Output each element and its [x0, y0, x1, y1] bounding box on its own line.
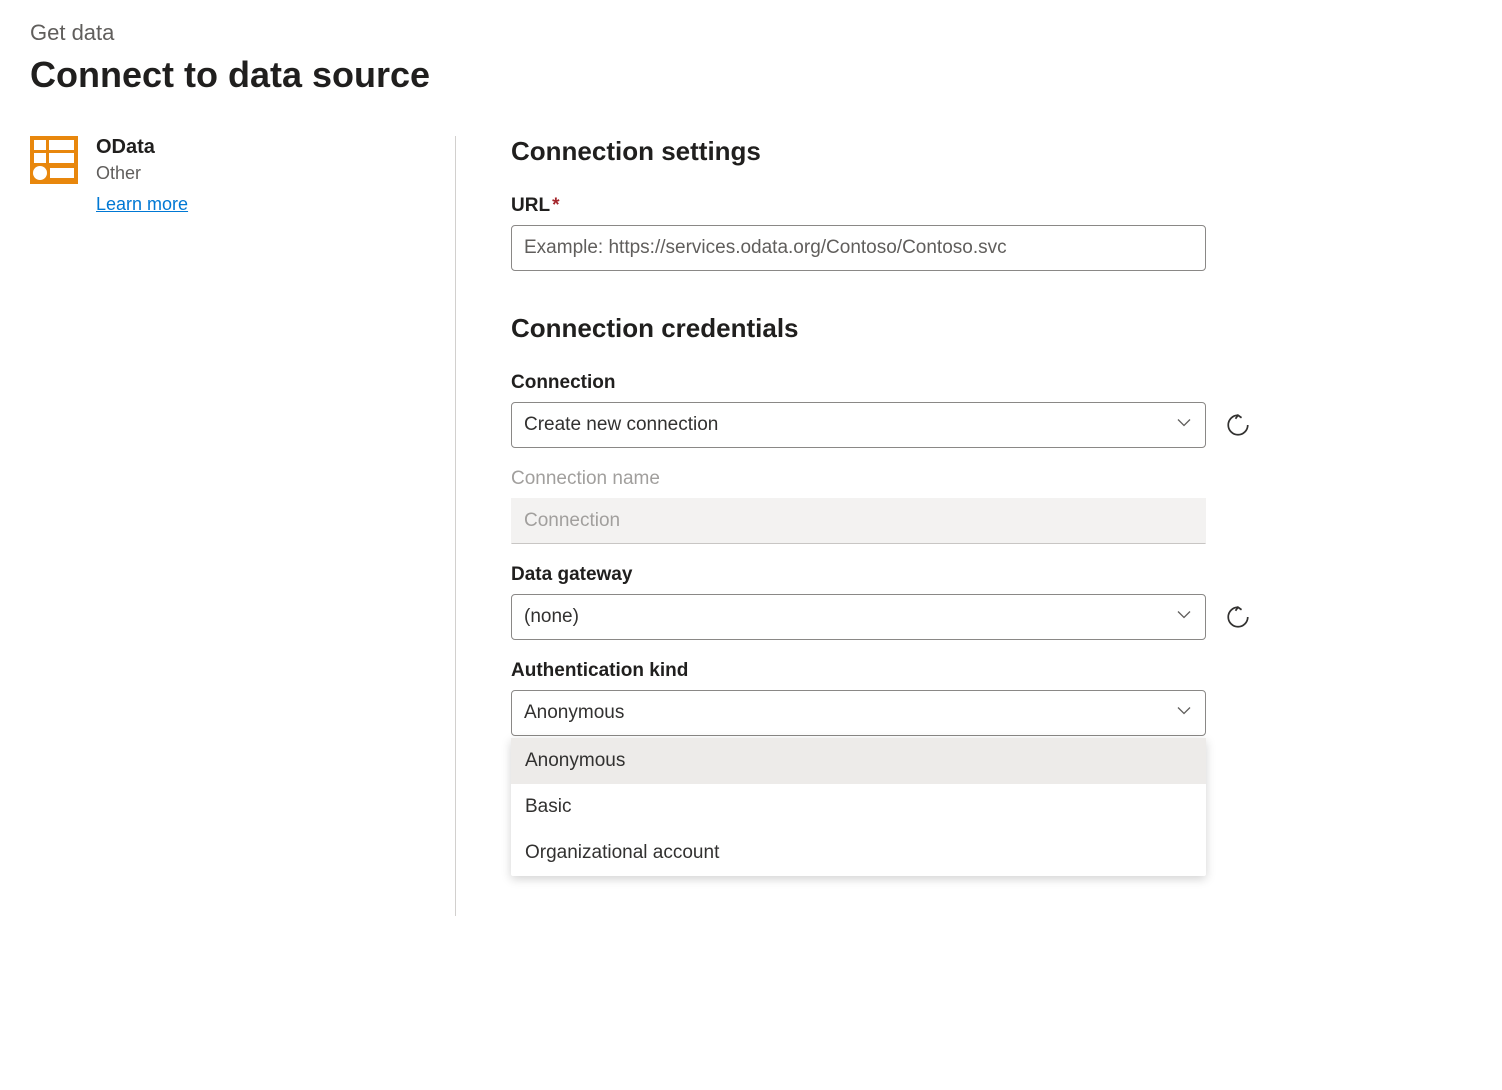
- connection-select-value: Create new connection: [524, 414, 718, 436]
- learn-more-link[interactable]: Learn more: [96, 194, 188, 215]
- auth-kind-label: Authentication kind: [511, 660, 1252, 682]
- connector-name: OData: [96, 136, 188, 159]
- url-label: URL*: [511, 195, 1252, 217]
- refresh-connection-button[interactable]: [1224, 411, 1252, 439]
- auth-option-basic[interactable]: Basic: [511, 784, 1206, 830]
- gateway-select[interactable]: (none): [511, 594, 1206, 640]
- connector-category: Other: [96, 163, 188, 184]
- gateway-select-value: (none): [524, 606, 579, 628]
- required-star: *: [552, 195, 559, 216]
- odata-connector-icon: [30, 136, 78, 184]
- breadcrumb: Get data: [30, 20, 1472, 46]
- connection-settings-heading: Connection settings: [511, 136, 1252, 167]
- url-input[interactable]: [511, 225, 1206, 271]
- connection-name-label: Connection name: [511, 468, 1252, 490]
- auth-kind-dropdown: Anonymous Basic Organizational account: [511, 738, 1206, 876]
- refresh-icon: [1225, 604, 1251, 630]
- connection-select[interactable]: Create new connection: [511, 402, 1206, 448]
- refresh-gateway-button[interactable]: [1224, 603, 1252, 631]
- gateway-label: Data gateway: [511, 564, 1252, 586]
- auth-option-anonymous[interactable]: Anonymous: [511, 738, 1206, 784]
- auth-option-organizational[interactable]: Organizational account: [511, 830, 1206, 876]
- connection-label: Connection: [511, 372, 1252, 394]
- page-title: Connect to data source: [30, 54, 1472, 96]
- auth-kind-select[interactable]: Anonymous: [511, 690, 1206, 736]
- connection-credentials-heading: Connection credentials: [511, 313, 1252, 344]
- auth-kind-select-value: Anonymous: [524, 702, 624, 724]
- refresh-icon: [1225, 412, 1251, 438]
- connection-name-input: [511, 498, 1206, 544]
